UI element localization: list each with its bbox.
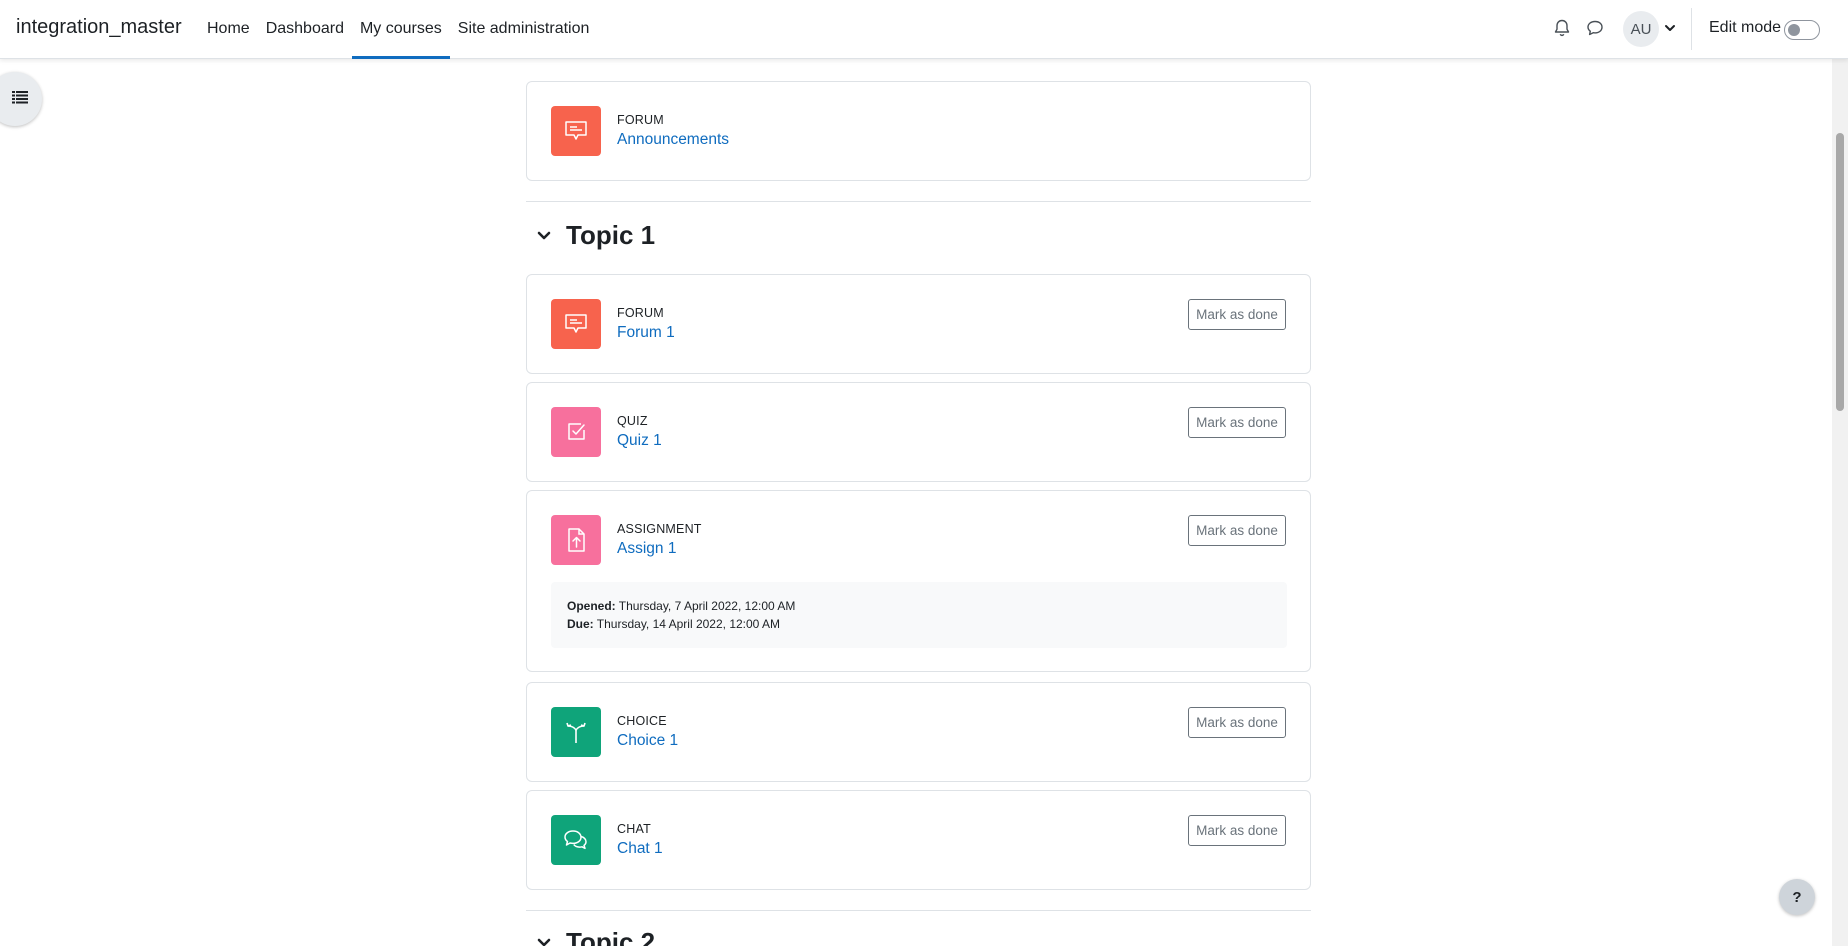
section-header-topic-1: Topic 1 (526, 217, 655, 253)
mark-as-done-button[interactable]: Mark as done (1188, 707, 1286, 738)
due-date: Thursday, 14 April 2022, 12:00 AM (596, 617, 781, 631)
choice-signpost-icon[interactable] (551, 707, 601, 757)
nav-site-administration[interactable]: Site administration (450, 0, 598, 58)
navbar-divider (1691, 8, 1692, 50)
mark-as-done-button[interactable]: Mark as done (1188, 299, 1286, 330)
nav-home[interactable]: Home (199, 0, 258, 58)
activity-type: FORUM (617, 113, 664, 127)
due-date-row: Due: Thursday, 14 April 2022, 12:00 AM (567, 615, 1271, 633)
mark-as-done-button[interactable]: Mark as done (1188, 515, 1286, 546)
activity-type: CHAT (617, 822, 651, 836)
opened-date: Thursday, 7 April 2022, 12:00 AM (618, 599, 796, 613)
bell-icon[interactable] (1552, 18, 1572, 38)
forum-icon[interactable] (551, 299, 601, 349)
section-title[interactable]: Topic 2 (566, 927, 655, 946)
scrollbar-thumb[interactable] (1836, 133, 1844, 411)
activity-card-quiz-1: QUIZ Quiz 1 Mark as done (526, 382, 1311, 482)
nav-dashboard[interactable]: Dashboard (258, 0, 352, 58)
activity-link[interactable]: Announcements (617, 131, 729, 149)
nav-my-courses[interactable]: My courses (351, 0, 450, 59)
activity-link[interactable]: Assign 1 (617, 540, 676, 558)
activity-card-chat-1: CHAT Chat 1 Mark as done (526, 790, 1311, 890)
list-icon (12, 90, 28, 109)
activity-type: CHOICE (617, 714, 667, 728)
section-header-topic-2: Topic 2 (526, 924, 655, 946)
mark-as-done-button[interactable]: Mark as done (1188, 815, 1286, 846)
activity-type: ASSIGNMENT (617, 522, 702, 536)
chevron-down-icon[interactable] (1663, 21, 1677, 35)
chevron-down-icon[interactable] (535, 226, 553, 244)
section-title[interactable]: Topic 1 (566, 220, 655, 251)
chat-icon[interactable] (551, 815, 601, 865)
user-avatar[interactable]: AU (1623, 11, 1659, 47)
due-label: Due: (567, 617, 594, 631)
activity-link[interactable]: Quiz 1 (617, 432, 662, 450)
section-divider (526, 910, 1311, 911)
opened-date-row: Opened: Thursday, 7 April 2022, 12:00 AM (567, 597, 1271, 615)
activity-link[interactable]: Choice 1 (617, 732, 678, 750)
activity-card-forum-1: FORUM Forum 1 Mark as done (526, 274, 1311, 374)
edit-mode-label: Edit mode (1709, 19, 1782, 36)
activity-dates: Opened: Thursday, 7 April 2022, 12:00 AM… (551, 582, 1287, 648)
top-navbar: integration_master Home Dashboard My cou… (0, 0, 1848, 59)
site-brand[interactable]: integration_master (16, 16, 182, 39)
activity-type: FORUM (617, 306, 664, 320)
activity-link[interactable]: Chat 1 (617, 840, 663, 858)
primary-navigation: Home Dashboard My courses Site administr… (199, 0, 598, 59)
section-divider (526, 201, 1311, 202)
assignment-upload-icon[interactable] (551, 515, 601, 565)
mark-as-done-button[interactable]: Mark as done (1188, 407, 1286, 438)
opened-label: Opened: (567, 599, 616, 613)
help-button[interactable]: ? (1779, 879, 1815, 915)
edit-mode-toggle[interactable] (1784, 20, 1820, 40)
activity-card-choice-1: CHOICE Choice 1 Mark as done (526, 682, 1311, 782)
course-index-drawer-button[interactable] (0, 72, 42, 126)
chevron-down-icon[interactable] (535, 933, 553, 946)
activity-link[interactable]: Forum 1 (617, 324, 675, 342)
activity-card-assign-1: ASSIGNMENT Assign 1 Mark as done Opened:… (526, 490, 1311, 672)
page-scrollbar[interactable] (1832, 59, 1848, 946)
chat-bubble-icon[interactable] (1585, 18, 1605, 38)
activity-card-announcements: FORUM Announcements (526, 81, 1311, 181)
forum-icon[interactable] (551, 106, 601, 156)
activity-type: QUIZ (617, 414, 648, 428)
toggle-knob (1788, 24, 1800, 36)
quiz-checkbox-icon[interactable] (551, 407, 601, 457)
